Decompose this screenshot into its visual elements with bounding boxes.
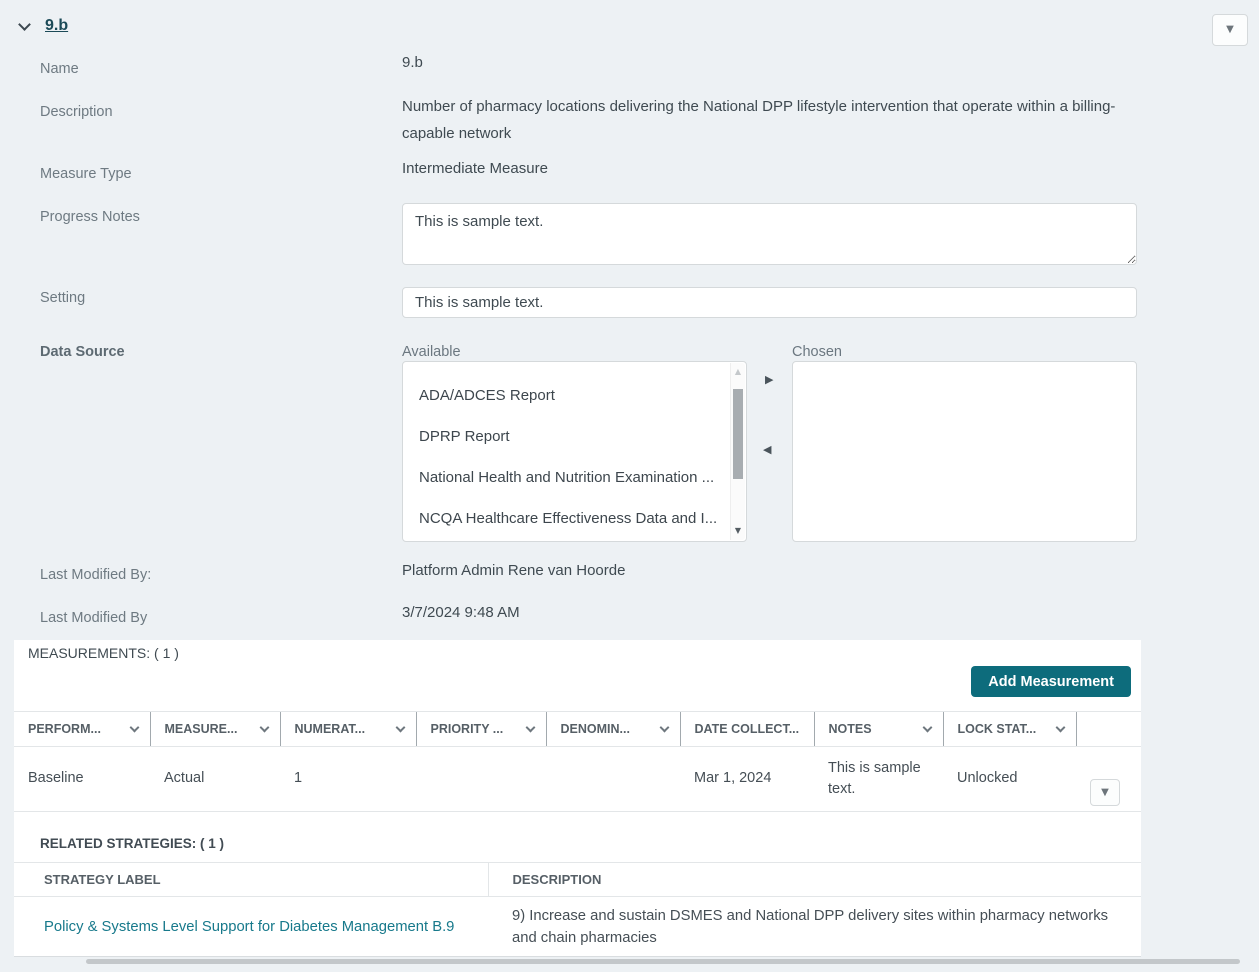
name-label: Name [40,61,79,77]
list-item[interactable]: DPRP Report [403,416,746,457]
move-left-button[interactable]: ◀ [763,444,771,455]
strategies-header-row: STRATEGY LABEL DESCRIPTION [14,862,1141,897]
available-items: ADA/ADCES Report DPRP Report National He… [403,362,746,539]
measure-detail-page: 9.b ▼ Name 9.b Description Number of pha… [0,0,1259,972]
chosen-caption: Chosen [792,344,842,360]
triangle-down-icon: ▼ [1226,24,1234,35]
column-header-denominator[interactable]: DENOMIN... [545,711,680,747]
column-header-lock-status[interactable]: LOCK STAT... [942,711,1076,747]
chevron-down-icon [922,722,932,732]
column-header-description: DESCRIPTION [487,862,1141,897]
listbox-scrollbar[interactable]: ▲ ▼ [730,363,745,540]
column-header-measure[interactable]: MEASURE... [149,711,280,747]
progress-notes-label: Progress Notes [40,209,140,225]
numerator-cell: 1 [280,746,416,812]
chevron-down-icon [659,722,669,732]
section-actions-dropdown-button[interactable]: ▼ [1212,14,1248,46]
row-actions-dropdown-button[interactable]: ▼ [1090,779,1120,806]
available-caption: Available [402,344,461,360]
chosen-listbox[interactable] [792,361,1137,542]
date-collected-cell: Mar 1, 2024 [680,746,814,812]
available-listbox[interactable]: ADA/ADCES Report DPRP Report National He… [402,361,747,542]
column-header-priority[interactable]: PRIORITY ... [415,711,546,747]
section-header: 9.b [18,17,68,35]
measurements-header-row: PERFORM... MEASURE... NUMERAT... PRIORIT… [14,711,1141,747]
column-header-numerator[interactable]: NUMERAT... [279,711,416,747]
measurement-row: Baseline Actual 1 Mar 1, 2024 This is sa… [14,746,1141,812]
setting-input[interactable] [402,287,1137,318]
add-measurement-button[interactable]: Add Measurement [971,666,1131,697]
column-header-notes[interactable]: NOTES [813,711,943,747]
last-modified-by-label: Last Modified By: [40,567,152,583]
scrollbar-thumb[interactable] [733,389,743,479]
lock-status-cell: Unlocked [943,746,1076,812]
column-header-actions [1075,711,1141,747]
measurements-panel: MEASUREMENTS: ( 1 ) Add Measurement PERF… [14,640,1141,957]
measure-title-link[interactable]: 9.b [45,17,68,35]
measurements-table: PERFORM... MEASURE... NUMERAT... PRIORIT… [14,711,1141,812]
last-modified-by-value: Platform Admin Rene van Hoorde [402,562,626,579]
column-header-strategy-label: STRATEGY LABEL [14,862,488,897]
move-right-button[interactable]: ▶ [765,374,773,385]
scroll-down-icon[interactable]: ▼ [731,524,745,538]
progress-notes-textarea[interactable]: This is sample text. [402,203,1137,265]
priority-cell [416,746,546,812]
triangle-down-icon: ▼ [1101,786,1109,798]
related-strategies-table: STRATEGY LABEL DESCRIPTION Policy & Syst… [14,862,1141,958]
horizontal-scrollbar-thumb[interactable] [86,959,1240,964]
actions-cell: ▼ [1076,746,1141,812]
strategy-label-cell: Policy & Systems Level Support for Diabe… [14,897,488,958]
measure-type-value: Intermediate Measure [402,160,548,177]
column-header-performance[interactable]: PERFORM... [14,711,150,747]
list-item[interactable]: ADA/ADCES Report [403,375,746,416]
chevron-down-icon [525,722,535,732]
list-item[interactable]: National Health and Nutrition Examinatio… [403,457,746,498]
chevron-down-icon [395,722,405,732]
chevron-down-icon [129,722,139,732]
chevron-down-icon [259,722,269,732]
related-strategies-heading: RELATED STRATEGIES: ( 1 ) [40,836,225,851]
strategy-link[interactable]: Policy & Systems Level Support for Diabe… [44,919,454,935]
description-label: Description [40,104,113,120]
measure-type-label: Measure Type [40,166,132,182]
measure-cell: Actual [150,746,280,812]
chevron-down-icon[interactable] [18,17,31,31]
performance-cell: Baseline [14,746,150,812]
strategy-description-cell: 9) Increase and sustain DSMES and Nation… [512,908,1108,947]
notes-cell: This is sample text. [814,746,943,812]
setting-label: Setting [40,290,86,306]
denominator-cell [546,746,680,812]
data-source-label: Data Source [40,344,125,360]
measurements-heading: MEASUREMENTS: ( 1 ) [28,645,179,661]
chevron-down-icon [1055,722,1065,732]
last-modified-date-value: 3/7/2024 9:48 AM [402,604,520,621]
name-value: 9.b [402,54,423,71]
scroll-up-icon[interactable]: ▲ [731,365,745,379]
list-item[interactable]: NCQA Healthcare Effectiveness Data and I… [403,498,746,539]
strategy-row: Policy & Systems Level Support for Diabe… [14,897,1141,958]
last-modified-date-label: Last Modified By [40,610,148,626]
description-value: Number of pharmacy locations delivering … [402,98,1116,142]
column-header-date-collected[interactable]: DATE COLLECT... [679,711,814,747]
